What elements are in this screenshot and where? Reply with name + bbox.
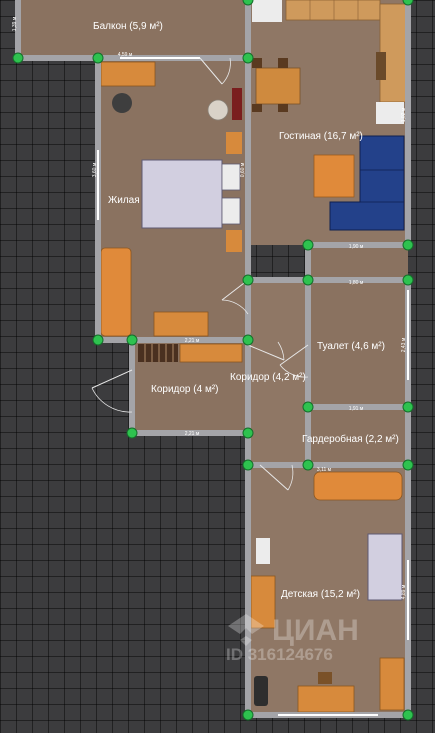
pillow — [221, 197, 241, 225]
dining-chair — [252, 104, 262, 112]
fridge — [376, 102, 404, 124]
kids-bed — [367, 533, 403, 601]
dim-kids-height: 4,89 м — [401, 584, 407, 599]
dim-left-top: 1,39 м — [12, 16, 18, 31]
dim-balcony-width: 4,59 м — [118, 52, 133, 58]
bicycle — [254, 676, 268, 706]
pillow — [221, 163, 241, 191]
dim-toilet-width: 1,80 м — [349, 280, 364, 286]
kids-cabinet — [256, 538, 270, 564]
room-label-bedroom: Жилая — [108, 195, 140, 206]
dim-toilet-height: 2,43 м — [401, 337, 407, 352]
right-corridor-floor — [308, 245, 408, 280]
room-label-kids: Детская (15,2 м²) — [281, 589, 360, 600]
dim-corridor-small-bottom: 2,21 м — [185, 431, 200, 437]
dim-bedroom-mid: 0,60 м — [240, 162, 246, 177]
dresser — [153, 311, 209, 337]
room-label-corridor-small: Коридор (4 м²) — [151, 384, 218, 395]
dining-chair — [278, 104, 288, 112]
kids-desk — [297, 685, 355, 713]
kitchen-counter — [285, 0, 381, 21]
office-chair — [112, 93, 132, 113]
kids-shelf — [379, 657, 405, 711]
room-label-toilet: Туалет (4,6 м²) — [317, 341, 385, 352]
tv-stand — [232, 88, 242, 120]
shoe-rack — [138, 344, 178, 362]
dim-corridor-small-top: 2,21 м — [185, 338, 200, 344]
dining-chair — [278, 58, 288, 68]
bed — [141, 159, 223, 229]
armchair — [226, 132, 242, 154]
watermark-brand: ЦИАН — [272, 614, 359, 647]
round-table — [207, 99, 229, 121]
armchair — [226, 230, 242, 252]
kids-sofa — [313, 471, 403, 501]
room-label-living: Гостиная (16,7 м²) — [279, 131, 363, 142]
room-label-balcony: Балкон (5,9 м²) — [93, 21, 163, 32]
dining-table — [255, 67, 301, 105]
dim-bedroom-height: 3,60 м — [92, 162, 98, 177]
floor-plan: 4,59 м 1,39 м 1,02 м 3,60 м 0,60 м 1,90 … — [12, 0, 414, 721]
hall-bench — [179, 343, 243, 363]
dim-living-width: 1,90 м — [349, 244, 364, 250]
stove — [376, 52, 386, 80]
dining-chair — [252, 58, 262, 68]
ottoman — [313, 154, 355, 198]
dim-wardrobe-bottom: 3,11 м — [317, 467, 332, 473]
kids-chair — [318, 672, 332, 684]
room-label-wardrobe: Гардеробная (2,2 м²) — [302, 433, 399, 445]
dim-right-top: 1,02 м — [401, 107, 407, 122]
balcony-cabinet — [252, 0, 282, 22]
watermark-id: ID 316124676 — [226, 645, 333, 664]
desk — [100, 61, 156, 87]
dim-wardrobe-top: 1,91 м — [349, 406, 364, 412]
bedroom-sofa — [100, 247, 132, 337]
room-label-corridor-main: Коридор (4,2 м²) — [230, 372, 306, 383]
